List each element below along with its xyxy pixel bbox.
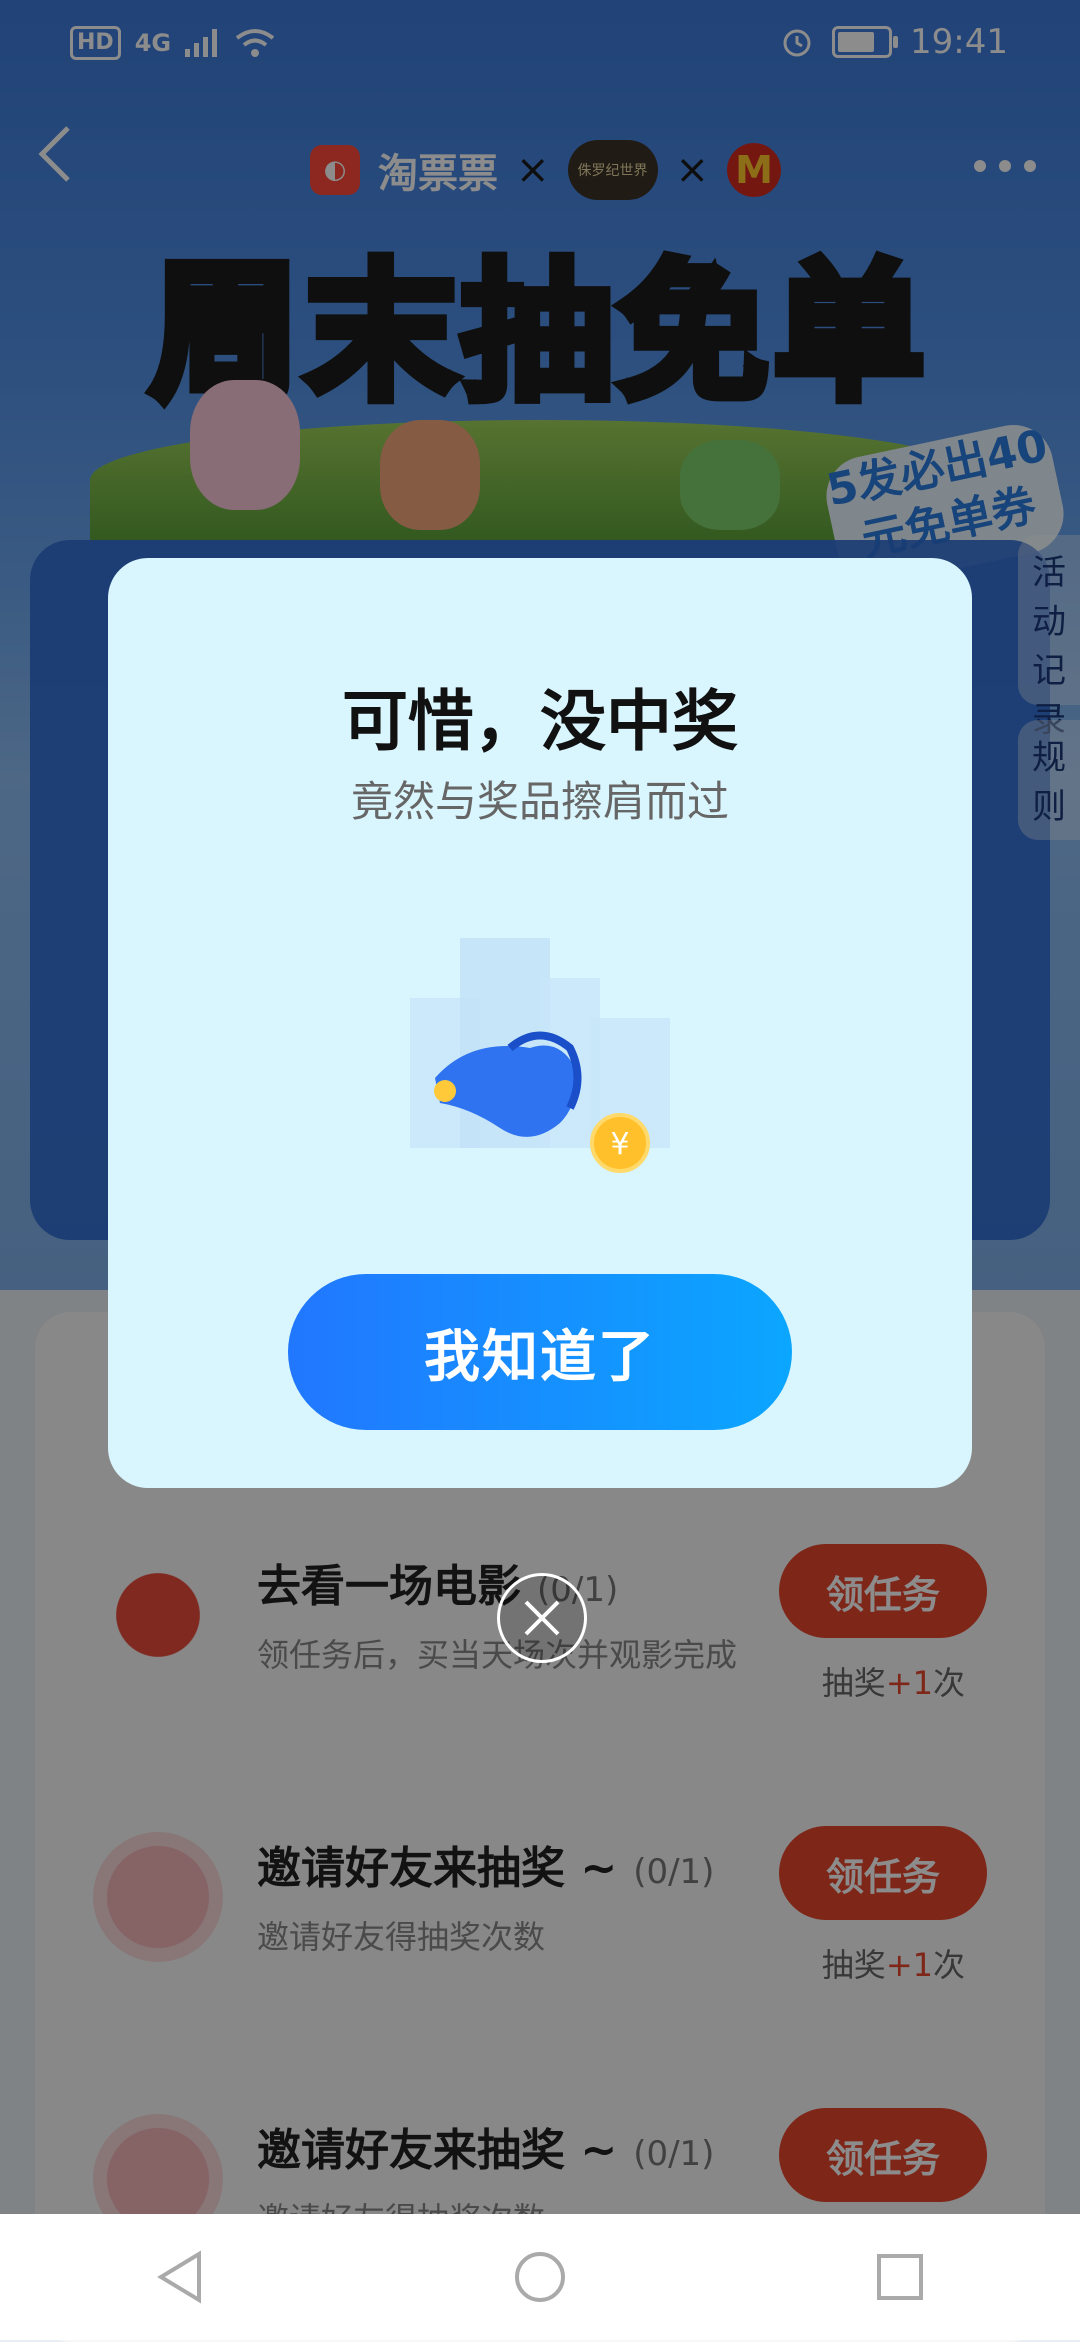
nav-home-button[interactable]: [510, 2247, 570, 2307]
dialog-subtitle: 竟然与奖品擦肩而过: [350, 777, 729, 826]
circle-home-icon: [515, 2252, 565, 2302]
nav-back-button[interactable]: [150, 2247, 210, 2307]
svg-text:¥: ¥: [610, 1127, 629, 1162]
missed-coin-illustration: ¥: [410, 938, 670, 1173]
dialog-close-button[interactable]: [497, 1573, 587, 1663]
square-recents-icon: [877, 2254, 923, 2300]
confirm-button[interactable]: 我知道了: [288, 1274, 792, 1430]
close-icon: [524, 1600, 560, 1636]
triangle-back-icon: [157, 2250, 201, 2304]
nav-recents-button[interactable]: [870, 2247, 930, 2307]
no-prize-dialog: 可惜，没中奖 竟然与奖品擦肩而过 ¥ 我知道了: [108, 558, 972, 1488]
system-nav-bar: [0, 2214, 1080, 2340]
dialog-title: 可惜，没中奖: [342, 683, 738, 760]
